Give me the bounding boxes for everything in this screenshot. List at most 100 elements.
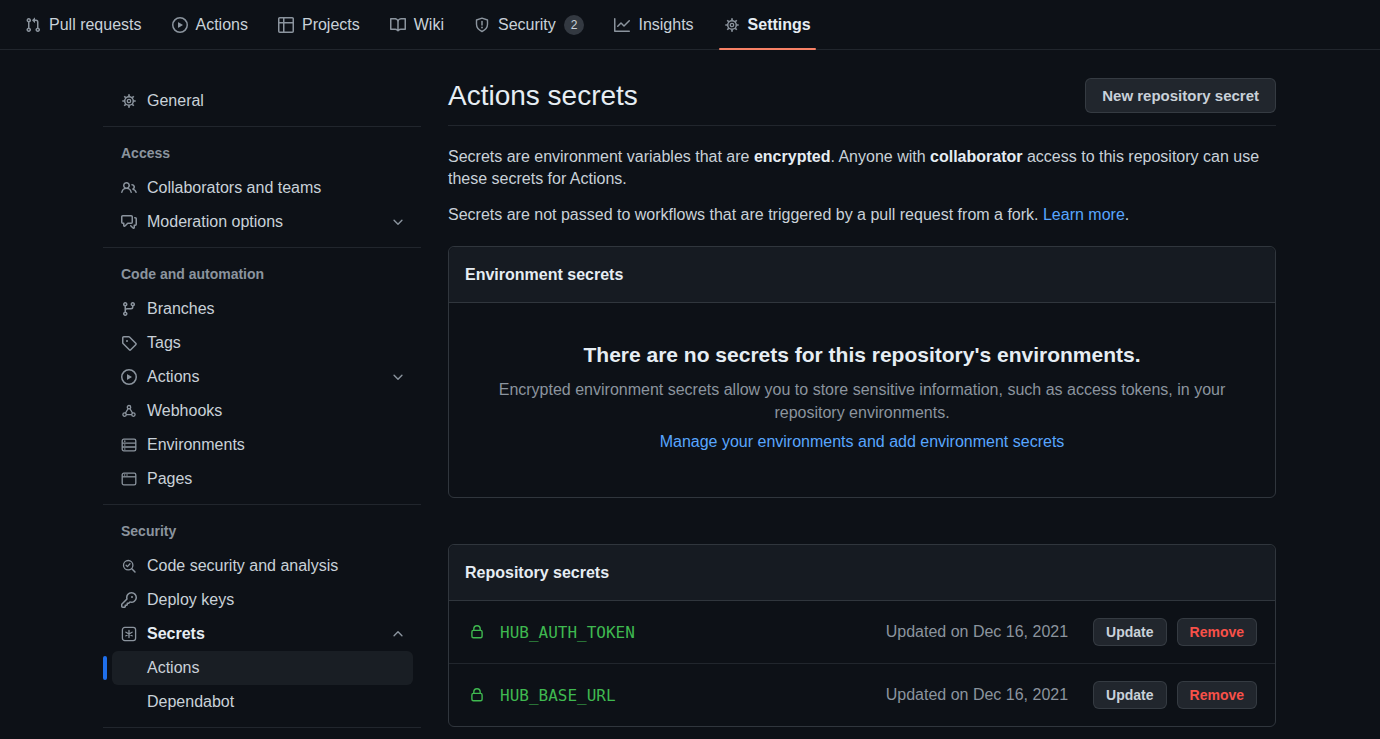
manage-environments-link[interactable]: Manage your environments and add environ…: [660, 433, 1065, 451]
sidebar-item-pages[interactable]: Pages: [112, 462, 413, 496]
sidebar-item-label: Branches: [147, 300, 215, 318]
secret-row: HUB_BASE_URL Updated on Dec 16, 2021 Upd…: [449, 663, 1275, 726]
sidebar-item-label: Tags: [147, 334, 181, 352]
graph-icon: [614, 17, 630, 33]
people-icon: [121, 180, 137, 196]
sidebar-section-access: Access: [103, 135, 421, 171]
tab-label: Settings: [748, 16, 811, 34]
blankslate-title: There are no secrets for this repository…: [489, 343, 1235, 367]
intro-text-part: . Anyone with: [830, 148, 930, 165]
blankslate-description: Encrypted environment secrets allow you …: [490, 378, 1235, 424]
intro-paragraph-1: Secrets are environment variables that a…: [448, 146, 1276, 190]
repository-secrets-box: Repository secrets HUB_AUTH_TOKEN Update…: [448, 544, 1276, 727]
sidebar-item-collaborators[interactable]: Collaborators and teams: [112, 171, 413, 205]
security-counter-badge: 2: [564, 15, 585, 35]
settings-sidebar: General Access Collaborators and teams M…: [103, 84, 421, 736]
remove-secret-button[interactable]: Remove: [1177, 618, 1257, 646]
update-secret-button[interactable]: Update: [1093, 618, 1166, 646]
new-repository-secret-button[interactable]: New repository secret: [1085, 78, 1276, 113]
comment-discussion-icon: [121, 214, 137, 230]
sidebar-item-environments[interactable]: Environments: [112, 428, 413, 462]
intro-emphasis-collaborator: collaborator: [930, 148, 1022, 165]
codescan-icon: [121, 558, 137, 574]
sidebar-item-label: Collaborators and teams: [147, 179, 321, 197]
sidebar-section-code-automation: Code and automation: [103, 256, 421, 292]
sidebar-item-moderation-options[interactable]: Moderation options: [112, 205, 413, 239]
intro-paragraph-2: Secrets are not passed to workflows that…: [448, 204, 1276, 226]
chevron-down-icon: [391, 215, 405, 229]
update-secret-button[interactable]: Update: [1093, 681, 1166, 709]
sidebar-section-security: Security: [103, 513, 421, 549]
sidebar-item-label: Dependabot: [147, 693, 234, 711]
tab-security[interactable]: Security 2: [459, 0, 599, 49]
git-branch-icon: [121, 301, 137, 317]
repository-secrets-header: Repository secrets: [449, 545, 1275, 601]
sidebar-item-deploy-keys[interactable]: Deploy keys: [112, 583, 413, 617]
play-icon: [172, 17, 188, 33]
book-icon: [390, 17, 406, 33]
tab-projects[interactable]: Projects: [263, 0, 375, 49]
sidebar-subitem-secrets-dependabot[interactable]: Dependabot: [112, 685, 413, 719]
sidebar-item-label: Actions: [147, 659, 199, 677]
intro-text: Secrets are environment variables that a…: [448, 146, 1276, 226]
sidebar-item-label: Actions: [147, 368, 199, 386]
learn-more-link[interactable]: Learn more: [1043, 206, 1125, 223]
environment-secrets-blankslate: There are no secrets for this repository…: [449, 303, 1275, 497]
repo-tab-nav: Pull requests Actions Projects Wiki Secu…: [0, 0, 1380, 50]
secret-updated-date: Updated on Dec 16, 2021: [886, 623, 1068, 641]
webhook-icon: [121, 403, 137, 419]
intro-text-part: .: [1125, 206, 1129, 223]
tab-label: Actions: [196, 16, 248, 34]
page-title: Actions secrets: [448, 80, 638, 112]
sidebar-item-label: Pages: [147, 470, 192, 488]
sidebar-item-label: Deploy keys: [147, 591, 234, 609]
tab-label: Projects: [302, 16, 360, 34]
tab-label: Insights: [638, 16, 693, 34]
main-header: Actions secrets New repository secret: [448, 78, 1276, 126]
sidebar-divider: [103, 126, 421, 127]
server-icon: [121, 437, 137, 453]
table-icon: [278, 17, 294, 33]
play-icon: [121, 369, 137, 385]
intro-text-part: Secrets are environment variables that a…: [448, 148, 754, 165]
tab-settings[interactable]: Settings: [709, 0, 826, 49]
tag-icon: [121, 335, 137, 351]
sidebar-item-label: Webhooks: [147, 402, 222, 420]
git-pull-request-icon: [25, 17, 41, 33]
secret-row: HUB_AUTH_TOKEN Updated on Dec 16, 2021 U…: [449, 601, 1275, 663]
tab-label: Security: [498, 16, 556, 34]
settings-layout: General Access Collaborators and teams M…: [0, 50, 1380, 736]
shield-icon: [474, 17, 490, 33]
actions-secrets-main: Actions secrets New repository secret Se…: [448, 78, 1276, 727]
key-asterisk-icon: [121, 626, 137, 642]
chevron-up-icon: [391, 627, 405, 641]
lock-icon: [469, 624, 485, 640]
gear-icon: [121, 93, 137, 109]
tab-actions[interactable]: Actions: [157, 0, 263, 49]
sidebar-item-general[interactable]: General: [112, 84, 413, 118]
sidebar-subitem-secrets-actions[interactable]: Actions: [112, 651, 413, 685]
tab-insights[interactable]: Insights: [599, 0, 708, 49]
sidebar-item-label: General: [147, 92, 204, 110]
sidebar-item-tags[interactable]: Tags: [112, 326, 413, 360]
sidebar-item-label: Environments: [147, 436, 245, 454]
sidebar-item-label: Moderation options: [147, 213, 283, 231]
sidebar-item-branches[interactable]: Branches: [112, 292, 413, 326]
sidebar-divider: [103, 504, 421, 505]
environment-secrets-header: Environment secrets: [449, 247, 1275, 303]
remove-secret-button[interactable]: Remove: [1177, 681, 1257, 709]
tab-wiki[interactable]: Wiki: [375, 0, 459, 49]
browser-icon: [121, 471, 137, 487]
sidebar-item-label: Secrets: [147, 625, 205, 643]
tab-label: Wiki: [414, 16, 444, 34]
lock-icon: [469, 687, 485, 703]
sidebar-divider: [103, 247, 421, 248]
sidebar-item-actions[interactable]: Actions: [112, 360, 413, 394]
sidebar-item-webhooks[interactable]: Webhooks: [112, 394, 413, 428]
tab-pull-requests[interactable]: Pull requests: [10, 0, 157, 49]
sidebar-item-code-security[interactable]: Code security and analysis: [112, 549, 413, 583]
sidebar-divider: [103, 727, 421, 728]
intro-emphasis-encrypted: encrypted: [754, 148, 830, 165]
intro-text-part: Secrets are not passed to workflows that…: [448, 206, 1043, 223]
sidebar-item-secrets[interactable]: Secrets: [112, 617, 413, 651]
